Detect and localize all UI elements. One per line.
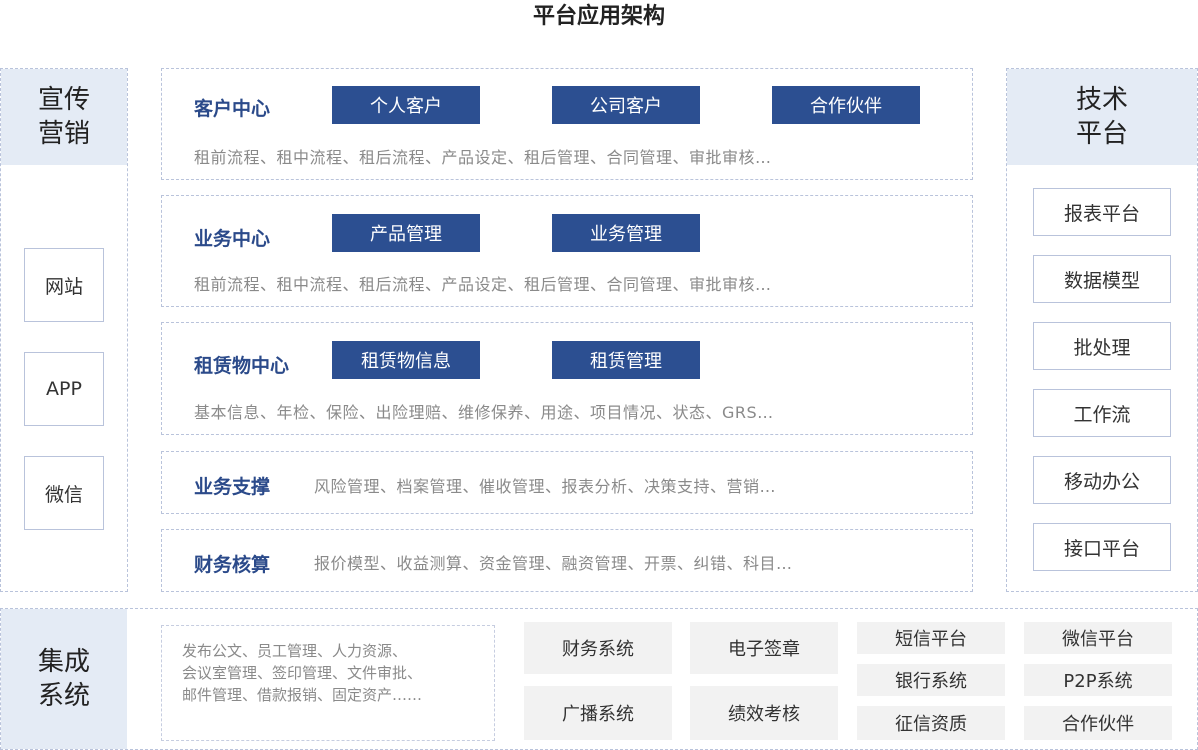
button-company-customer[interactable]: 公司客户 — [552, 86, 700, 124]
panel-financial-accounting: 财务核算 报价模型、收益测算、资金管理、融资管理、开票、纠错、科目… — [161, 529, 973, 592]
integration-header-line-2: 系统 — [37, 681, 90, 711]
tech-interface-platform[interactable]: 接口平台 — [1033, 523, 1171, 571]
system-wechat-platform[interactable]: 微信平台 — [1024, 622, 1172, 654]
panel-description: 基本信息、年检、保险、出险理赔、维修保养、用途、项目情况、状态、GRS… — [194, 403, 774, 422]
channel-app[interactable]: APP — [24, 352, 104, 426]
panel-title: 客户中心 — [194, 98, 271, 120]
panel-title: 财务核算 — [194, 554, 271, 576]
left-column-header: 宣传 营销 — [1, 69, 127, 165]
panel-leased-asset-center: 租赁物中心 租赁物信息 租赁管理 基本信息、年检、保险、出险理赔、维修保养、用途… — [161, 322, 973, 435]
panel-title: 业务支撑 — [194, 476, 271, 498]
left-header-line-2: 营销 — [37, 119, 90, 149]
system-bank[interactable]: 银行系统 — [857, 664, 1005, 696]
tech-batch[interactable]: 批处理 — [1033, 322, 1171, 370]
right-header-line-1: 技术 — [1075, 85, 1128, 115]
panel-business-support: 业务支撑 风险管理、档案管理、催收管理、报表分析、决策支持、营销… — [161, 451, 973, 514]
integration-misc-list: 发布公文、员工管理、人力资源、 会议室管理、签印管理、文件审批、 邮件管理、借款… — [161, 625, 495, 741]
tech-report-platform[interactable]: 报表平台 — [1033, 188, 1171, 236]
system-performance[interactable]: 绩效考核 — [690, 686, 838, 740]
channel-wechat[interactable]: 微信 — [24, 456, 104, 530]
panel-description: 报价模型、收益测算、资金管理、融资管理、开票、纠错、科目… — [314, 554, 793, 573]
button-lease-management[interactable]: 租赁管理 — [552, 341, 700, 379]
panel-business-center: 业务中心 产品管理 业务管理 租前流程、租中流程、租后流程、产品设定、租后管理、… — [161, 195, 973, 307]
right-header-line-2: 平台 — [1075, 119, 1128, 149]
tech-workflow[interactable]: 工作流 — [1033, 389, 1171, 437]
system-credit-qualification[interactable]: 征信资质 — [857, 706, 1005, 740]
tech-mobile-office[interactable]: 移动办公 — [1033, 456, 1171, 504]
tech-data-model[interactable]: 数据模型 — [1033, 255, 1171, 303]
system-broadcast[interactable]: 广播系统 — [524, 686, 672, 740]
panel-description: 风险管理、档案管理、催收管理、报表分析、决策支持、营销… — [314, 477, 777, 496]
channel-website[interactable]: 网站 — [24, 248, 104, 322]
button-product-management[interactable]: 产品管理 — [332, 214, 480, 252]
panel-description: 租前流程、租中流程、租后流程、产品设定、租后管理、合同管理、审批审核… — [194, 148, 772, 167]
system-partner[interactable]: 合作伙伴 — [1024, 706, 1172, 740]
misc-line-3: 邮件管理、借款报销、固定资产…… — [182, 686, 423, 704]
right-column-header: 技术 平台 — [1007, 69, 1197, 165]
panel-title: 租赁物中心 — [194, 355, 290, 377]
panel-customer-center: 客户中心 个人客户 公司客户 合作伙伴 租前流程、租中流程、租后流程、产品设定、… — [161, 68, 973, 180]
misc-line-1: 发布公文、员工管理、人力资源、 — [182, 642, 408, 660]
button-partner[interactable]: 合作伙伴 — [772, 86, 920, 124]
system-sms-platform[interactable]: 短信平台 — [857, 622, 1005, 654]
system-e-signature[interactable]: 电子签章 — [690, 622, 838, 674]
panel-title: 业务中心 — [194, 228, 271, 250]
button-leased-asset-info[interactable]: 租赁物信息 — [332, 341, 480, 379]
left-header-line-1: 宣传 — [37, 85, 90, 115]
integration-header: 集成 系统 — [1, 609, 127, 749]
integration-header-line-1: 集成 — [37, 647, 90, 677]
button-individual-customer[interactable]: 个人客户 — [332, 86, 480, 124]
panel-description: 租前流程、租中流程、租后流程、产品设定、租后管理、合同管理、审批审核… — [194, 275, 772, 294]
button-business-management[interactable]: 业务管理 — [552, 214, 700, 252]
page-title: 平台应用架构 — [532, 4, 665, 29]
system-p2p[interactable]: P2P系统 — [1024, 664, 1172, 696]
misc-line-2: 会议室管理、签印管理、文件审批、 — [182, 664, 423, 682]
system-finance[interactable]: 财务系统 — [524, 622, 672, 674]
